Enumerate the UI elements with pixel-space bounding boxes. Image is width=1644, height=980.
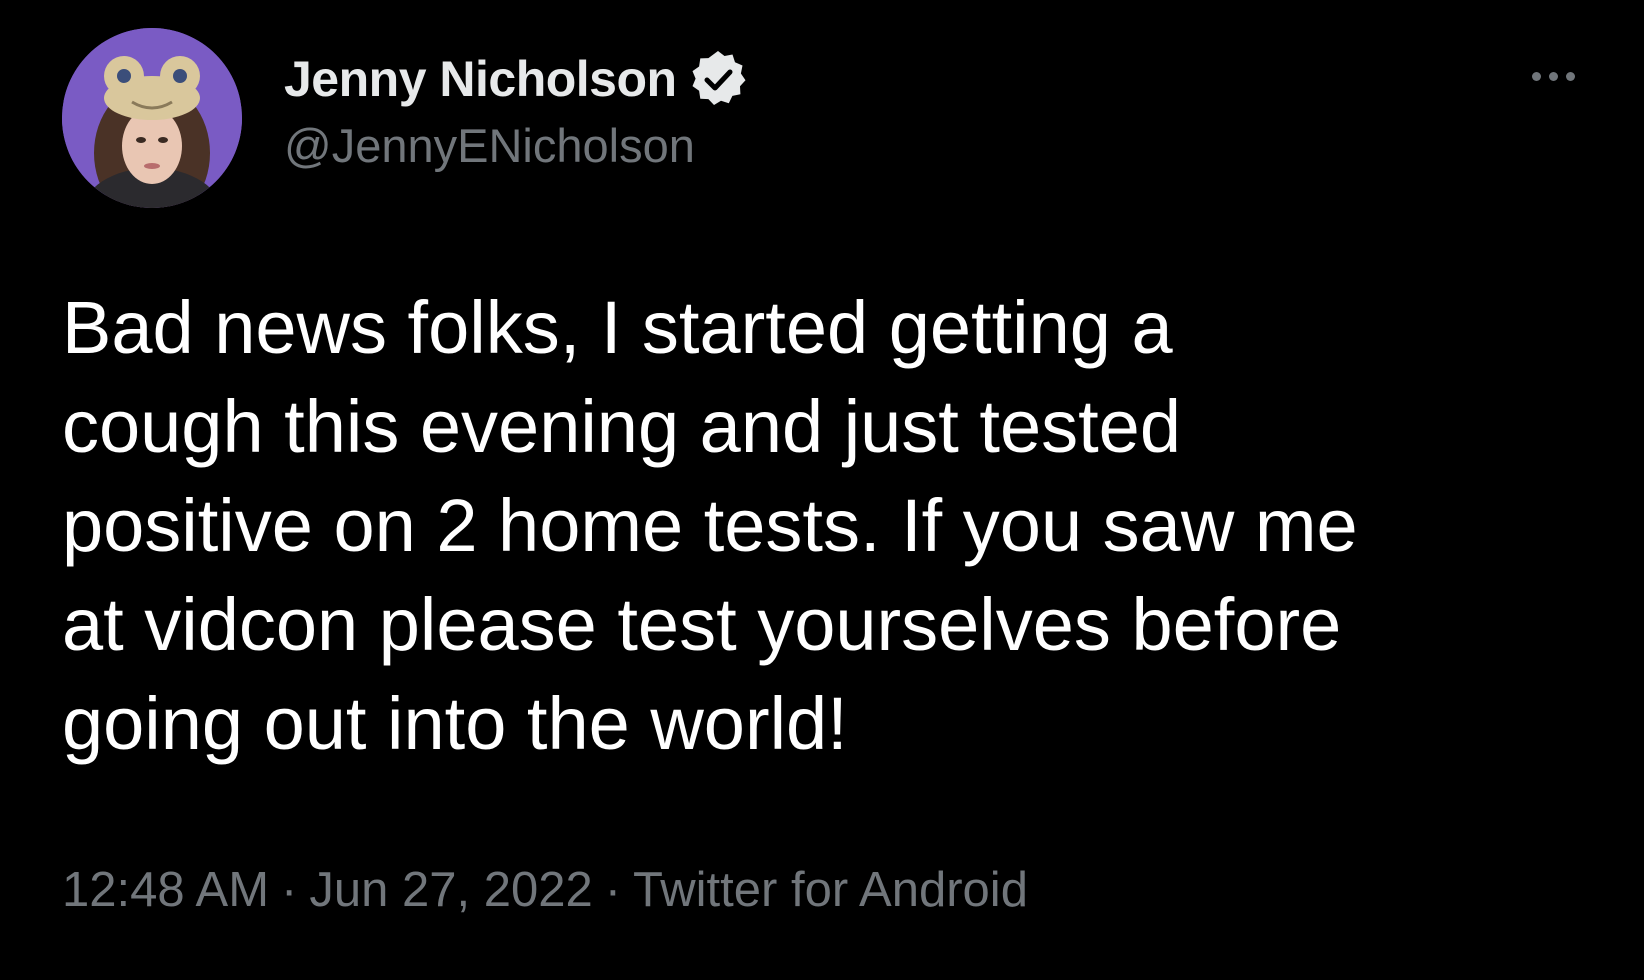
meta-separator: · xyxy=(281,863,298,917)
more-options-icon[interactable] xyxy=(1518,56,1588,96)
author-avatar[interactable] xyxy=(62,28,242,208)
meta-separator: · xyxy=(604,863,622,917)
more-dot xyxy=(1565,71,1575,81)
avatar-image xyxy=(62,28,242,208)
tweet-text-line: positive on 2 home tests. If you saw me xyxy=(62,484,1358,567)
tweet-source[interactable]: Twitter for Android xyxy=(633,863,1028,917)
tweet-card: Jenny Nicholson @JennyENicholson Bad new… xyxy=(0,0,1644,980)
more-dot xyxy=(1548,71,1558,81)
tweet-text-line: Bad news folks, I started getting a xyxy=(62,286,1173,369)
tweet-text: Bad news folks, I started getting a coug… xyxy=(62,278,1602,773)
tweet-text-line: going out into the world! xyxy=(62,682,848,765)
author-handle[interactable]: @JennyENicholson xyxy=(284,118,749,173)
tweet-metadata: 12:48 AM · Jun 27, 2022 · Twitter for Androi… xyxy=(62,862,1028,918)
tweet-date[interactable]: Jun 27, 2022 xyxy=(309,863,592,917)
tweet-time[interactable]: 12:48 AM xyxy=(62,863,269,917)
tweet-author: Jenny Nicholson @JennyENicholson xyxy=(284,44,749,204)
author-display-name[interactable]: Jenny Nicholson xyxy=(284,50,677,108)
author-name-row: Jenny Nicholson xyxy=(284,44,749,114)
tweet-text-line: at vidcon please test yourselves before xyxy=(62,583,1342,666)
more-dot xyxy=(1531,71,1541,81)
verified-badge-icon[interactable] xyxy=(687,48,749,110)
tweet-text-line: cough this evening and just tested xyxy=(62,385,1181,468)
